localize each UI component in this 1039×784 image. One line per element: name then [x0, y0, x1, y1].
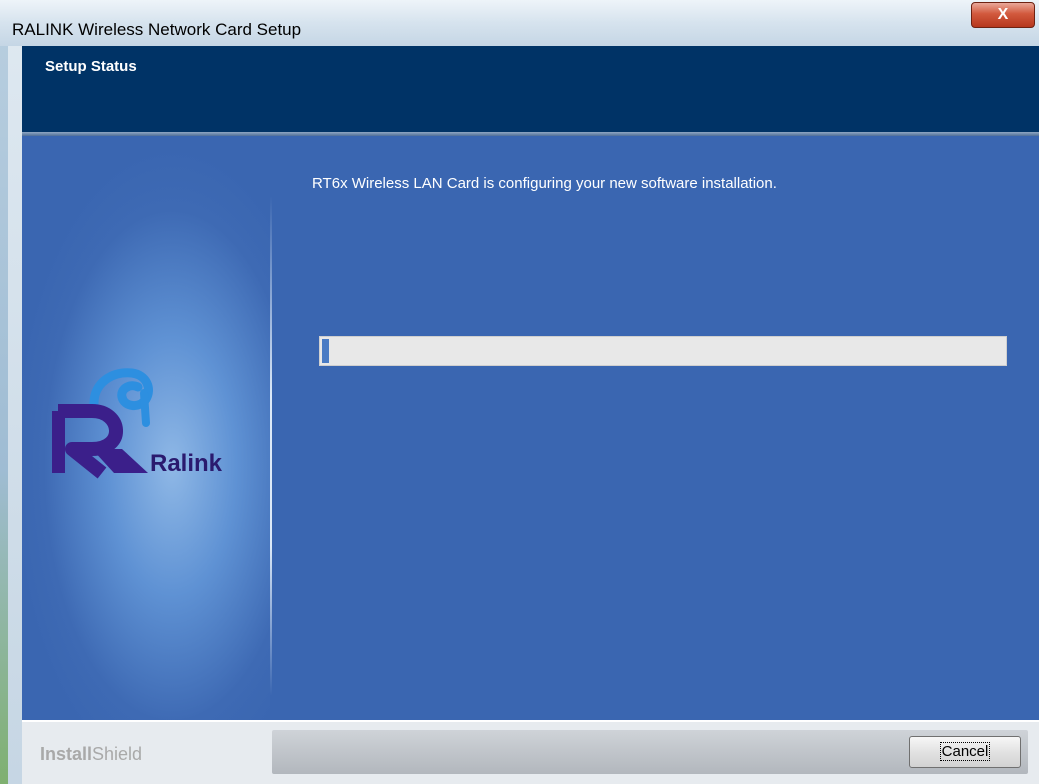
installshield-logo: InstallShield — [40, 744, 142, 765]
cancel-button-label: Cancel — [939, 742, 991, 761]
close-button[interactable]: X — [971, 2, 1035, 28]
installshield-bold-text: Install — [40, 744, 93, 764]
title-bar[interactable]: RALINK Wireless Network Card Setup X — [0, 0, 1039, 46]
setup-window: RALINK Wireless Network Card Setup X Set… — [0, 0, 1039, 784]
progress-bar — [319, 336, 1007, 366]
window-title: RALINK Wireless Network Card Setup — [12, 20, 302, 39]
header-banner: Setup Status — [22, 46, 1039, 132]
progress-bar-fill — [322, 339, 329, 363]
page-title: Setup Status — [45, 58, 137, 75]
installshield-thin-text: Shield — [92, 744, 143, 764]
footer-divider — [22, 720, 1039, 722]
side-divider — [270, 196, 272, 696]
cancel-button[interactable]: Cancel — [909, 736, 1021, 768]
desktop-edge — [0, 0, 8, 784]
close-icon: X — [997, 6, 1009, 23]
status-message: RT6x Wireless LAN Card is configuring yo… — [312, 175, 777, 192]
ralink-logo-text: Ralink — [150, 450, 223, 477]
